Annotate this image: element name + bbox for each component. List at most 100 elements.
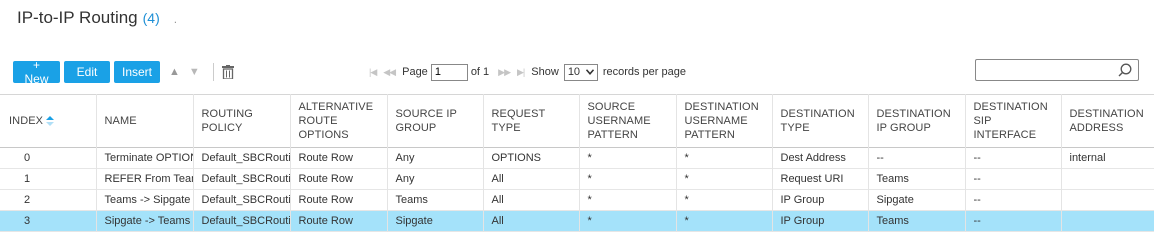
column-header-label: OPTIONS	[298, 129, 349, 141]
table-body: 0Terminate OPTIONSDefault_SBCRoutingPoli…	[0, 147, 1154, 232]
next-page-icon[interactable]: ▶▶	[498, 67, 511, 78]
column-header-label: DESTINATION	[876, 108, 951, 120]
prev-page-icon[interactable]: ◀◀	[383, 67, 396, 78]
table-cell: *	[675, 168, 772, 190]
search-input[interactable]	[975, 59, 1139, 81]
records-per-page-value: 10	[567, 66, 581, 78]
column-header-label: DESTINATION	[684, 101, 759, 113]
column-header[interactable]: DESTINATION SIP INTERFACE	[964, 94, 1061, 148]
first-page-icon[interactable]: |◀	[369, 67, 377, 78]
table-cell: Sipgate -> Teams	[95, 210, 193, 232]
table-cell: *	[675, 210, 772, 232]
record-count: (4)	[142, 10, 160, 26]
table-cell	[1060, 168, 1154, 190]
table-cell: *	[578, 147, 676, 169]
column-header[interactable]: ROUTING POLICY	[192, 94, 290, 148]
table-cell: Sipgate	[386, 210, 483, 232]
table-cell: internal	[1060, 147, 1154, 169]
table-cell: Route Row	[289, 189, 387, 211]
table-cell: *	[675, 147, 772, 169]
column-header[interactable]: SOURCE USERNAME PATTERN	[578, 94, 676, 148]
table-cell: All	[482, 210, 579, 232]
table-cell: Teams	[867, 168, 965, 190]
table-cell: Sipgate	[867, 189, 965, 211]
table-cell: --	[964, 210, 1061, 232]
header-dot: .	[173, 12, 178, 26]
last-page-icon[interactable]: ▶|	[517, 67, 525, 78]
records-per-page-select[interactable]: 10	[563, 63, 598, 81]
table-cell: Default_SBCRoutingPolicy	[192, 147, 290, 169]
sort-icon[interactable]	[46, 116, 55, 127]
table-cell: IP Group	[771, 210, 868, 232]
table-cell: Request URI	[771, 168, 868, 190]
column-header[interactable]: INDEX	[0, 95, 96, 148]
column-header-label: SIP INTERFACE	[973, 115, 1037, 141]
move-up-icon[interactable]: ▲	[169, 66, 180, 78]
column-header[interactable]: REQUEST TYPE	[482, 94, 579, 148]
column-header-label: GROUP	[395, 122, 437, 134]
edit-button[interactable]: Edit	[64, 61, 110, 83]
table-cell: REFER From Teams	[95, 168, 193, 190]
column-header[interactable]: ALTERNATIVE ROUTE OPTIONS	[289, 94, 387, 148]
page-number-input[interactable]	[430, 63, 468, 81]
table-cell: Any	[386, 168, 483, 190]
page-label: Page	[402, 66, 428, 78]
column-header-label: POLICY	[201, 122, 243, 134]
table-cell: 0	[24, 152, 31, 164]
page-title: IP-to-IP Routing	[17, 8, 138, 27]
page-header: IP-to-IP Routing (4) .	[17, 8, 177, 30]
column-header-label: SOURCE	[587, 101, 636, 113]
table-cell: All	[482, 189, 579, 211]
table-cell: Default_SBCRoutingPolicy	[192, 210, 290, 232]
column-header-label: TYPE	[780, 122, 810, 134]
table-cell: IP Group	[771, 189, 868, 211]
table-row[interactable]: 2 Teams -> SipgateDefault_SBCRoutingPolic…	[0, 189, 1154, 211]
table-cell	[1060, 210, 1154, 232]
toolbar: + New Edit Insert ▲ ▼	[13, 58, 234, 86]
table-cell: Route Row	[289, 147, 387, 169]
column-header-label: USERNAME	[587, 115, 651, 127]
column-header[interactable]: SOURCE IP GROUP	[386, 94, 483, 148]
new-button[interactable]: + New	[13, 58, 60, 86]
chevron-down-icon	[585, 69, 594, 75]
table-cell: --	[964, 147, 1061, 169]
table-row[interactable]: 1 REFER From TeamsDefault_SBCRoutingPolic…	[0, 168, 1154, 190]
column-header[interactable]: NAME	[95, 94, 193, 148]
move-down-icon[interactable]: ▼	[189, 66, 200, 78]
column-header[interactable]: DESTINATION ADDRESS	[1060, 94, 1154, 148]
table-row[interactable]: 0 Terminate OPTIONSDefault_SBCRoutingPoli…	[0, 147, 1154, 169]
column-header[interactable]: DESTINATION IP GROUP	[867, 94, 965, 148]
table-cell	[1060, 189, 1154, 211]
table-cell: Teams	[386, 189, 483, 211]
table-cell: All	[482, 168, 579, 190]
column-header-label: ADDRESS	[1069, 122, 1124, 134]
table-cell: *	[578, 210, 676, 232]
column-header-label: DESTINATION	[973, 101, 1048, 113]
table-header-row: INDEX NAME ROUTING POLICY ALTERNATIVE ROUTE OP…	[0, 94, 1154, 148]
column-header-label: USERNAME	[684, 115, 748, 127]
table-cell: --	[964, 189, 1061, 211]
table-cell: Dest Address	[771, 147, 868, 169]
table-cell: Route Row	[289, 168, 387, 190]
table-row[interactable]: 3 Sipgate -> TeamsDefault_SBCRoutingPolic…	[0, 210, 1154, 232]
column-header-label: DESTINATION	[1069, 108, 1144, 120]
search-icon[interactable]	[1118, 63, 1132, 77]
insert-button[interactable]: Insert	[114, 61, 160, 83]
routing-table: INDEX NAME ROUTING POLICY ALTERNATIVE ROUTE OP…	[0, 94, 1154, 232]
column-header[interactable]: DESTINATION USERNAME PATTERN	[675, 94, 772, 148]
table-cell: --	[964, 168, 1061, 190]
column-header-label: ROUTING	[201, 108, 253, 120]
table-cell: --	[867, 147, 965, 169]
table-cell: Default_SBCRoutingPolicy	[192, 189, 290, 211]
table-cell: *	[578, 168, 676, 190]
table-cell: *	[675, 189, 772, 211]
table-cell: *	[578, 189, 676, 211]
toolbar-divider	[212, 63, 214, 81]
table-cell: Teams -> Sipgate	[95, 189, 193, 211]
delete-icon[interactable]	[221, 65, 234, 80]
column-header[interactable]: DESTINATION TYPE	[771, 94, 868, 148]
table-cell: 2	[24, 194, 31, 206]
table-cell: Teams	[867, 210, 965, 232]
table-cell: Any	[386, 147, 483, 169]
column-header-label: IP GROUP	[876, 122, 931, 134]
